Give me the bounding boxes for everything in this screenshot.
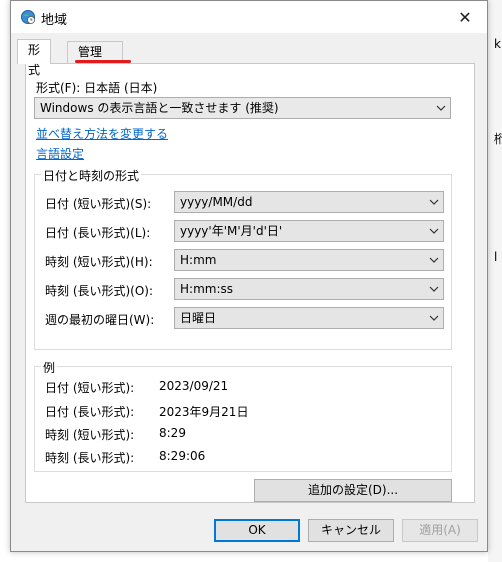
chevron-down-icon [429, 199, 439, 205]
datetime-format-group: 日付と時刻の形式 日付 (短い形式)(S): yyyy/MM/dd 日付 (長い… [34, 167, 452, 350]
format-select[interactable]: Windows の表示言語と一致させます (推奨) [34, 97, 451, 119]
example-value: 2023/09/21 [159, 379, 229, 393]
chevron-down-icon [429, 286, 439, 292]
first-day-value: 日曜日 [180, 311, 217, 325]
cancel-button[interactable]: キャンセル [308, 519, 394, 542]
long-date-label: 日付 (長い形式)(L): [45, 226, 151, 240]
example-label: 日付 (長い形式): [45, 405, 135, 419]
format-label: 形式(F): 日本語 (日本) [36, 81, 158, 95]
background-text: 桁 [494, 132, 502, 146]
example-label: 時刻 (短い形式): [45, 428, 135, 442]
change-sort-link[interactable]: 並べ替え方法を変更する [36, 125, 168, 142]
short-time-label: 時刻 (短い形式)(H): [45, 255, 153, 269]
window-title: 地域 [41, 13, 68, 28]
short-time-value: H:mm [180, 253, 217, 267]
ok-button[interactable]: OK [214, 519, 300, 542]
globe-clock-icon [21, 10, 35, 24]
short-time-select[interactable]: H:mm [174, 249, 444, 271]
background-window: k 桁 l [488, 0, 502, 562]
first-day-select[interactable]: 日曜日 [174, 307, 444, 329]
long-time-value: H:mm:ss [180, 282, 233, 296]
group-title: 例 [41, 359, 58, 376]
close-button[interactable]: ✕ [443, 1, 487, 33]
background-text: k [494, 37, 501, 51]
chevron-down-icon [429, 228, 439, 234]
example-value: 2023年9月21日 [159, 405, 249, 419]
additional-settings-button[interactable]: 追加の設定(D)... [254, 479, 452, 502]
long-date-value: yyyy'年'M'月'd'日' [180, 224, 283, 238]
short-date-value: yyyy/MM/dd [180, 195, 253, 209]
group-title: 日付と時刻の形式 [41, 167, 142, 184]
long-time-select[interactable]: H:mm:ss [174, 278, 444, 300]
example-value: 8:29 [159, 426, 186, 440]
language-settings-link[interactable]: 言語設定 [36, 145, 84, 162]
example-label: 時刻 (長い形式): [45, 451, 135, 465]
long-time-label: 時刻 (長い形式)(O): [45, 284, 154, 298]
chevron-down-icon [429, 315, 439, 321]
format-select-value: Windows の表示言語と一致させます (推奨) [40, 101, 279, 115]
background-text: l [494, 250, 498, 264]
format-tab-panel: 形式(F): 日本語 (日本) Windows の表示言語と一致させます (推奨… [25, 63, 475, 503]
first-day-label: 週の最初の曜日(W): [45, 313, 155, 327]
examples-group: 例 日付 (短い形式): 2023/09/21 日付 (長い形式): 2023年… [34, 359, 452, 472]
short-date-select[interactable]: yyyy/MM/dd [174, 191, 444, 213]
long-date-select[interactable]: yyyy'年'M'月'd'日' [174, 220, 444, 242]
tab-format[interactable]: 形式 [17, 39, 52, 77]
apply-button[interactable]: 適用(A) [402, 519, 478, 542]
short-date-label: 日付 (短い形式)(S): [45, 197, 152, 211]
chevron-down-icon [436, 105, 446, 111]
title-bar: 地域 ✕ [11, 1, 487, 33]
example-label: 日付 (短い形式): [45, 381, 135, 395]
region-dialog: 地域 ✕ 形式 管理 形式(F): 日本語 (日本) Windows の表示言語… [10, 0, 488, 552]
example-value: 8:29:06 [159, 449, 206, 463]
chevron-down-icon [429, 257, 439, 263]
close-icon: ✕ [458, 7, 472, 27]
